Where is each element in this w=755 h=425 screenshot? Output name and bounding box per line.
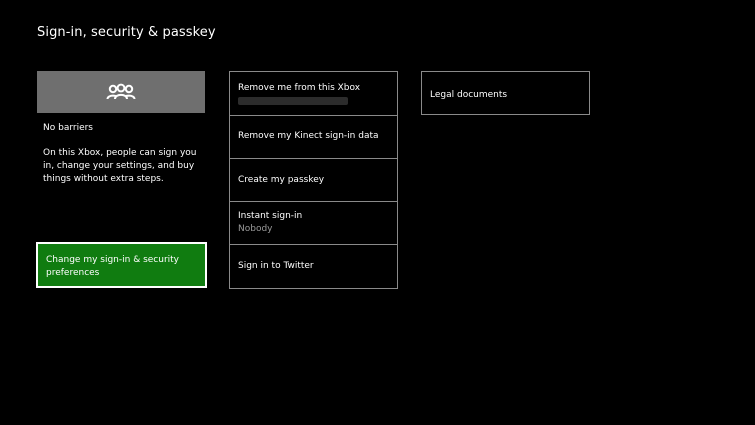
sign-in-twitter-label: Sign in to Twitter xyxy=(238,261,314,271)
instant-sign-in-label: Instant sign-in xyxy=(238,211,303,221)
page-title: Sign-in, security & passkey xyxy=(37,25,216,40)
redacted-account-text xyxy=(238,97,348,105)
people-tile[interactable] xyxy=(37,71,205,113)
barrier-level-label: No barriers xyxy=(43,123,93,133)
remove-from-xbox-button[interactable]: Remove me from this Xbox xyxy=(229,71,398,116)
remove-from-xbox-label: Remove me from this Xbox xyxy=(238,83,361,93)
create-passkey-button[interactable]: Create my passkey xyxy=(229,158,398,202)
remove-kinect-data-label: Remove my Kinect sign-in data xyxy=(238,131,379,141)
people-group-icon xyxy=(106,83,136,101)
create-passkey-label: Create my passkey xyxy=(238,175,325,185)
legal-documents-label: Legal documents xyxy=(430,90,508,100)
change-preferences-label: Change my sign-in & security preferences xyxy=(46,255,180,278)
remove-kinect-data-button[interactable]: Remove my Kinect sign-in data xyxy=(229,115,398,159)
change-preferences-button[interactable]: Change my sign-in & security preferences xyxy=(36,242,207,288)
barrier-description: On this Xbox, people can sign you in, ch… xyxy=(43,148,197,184)
instant-sign-in-button[interactable]: Instant sign-in Nobody xyxy=(229,201,398,245)
legal-documents-button[interactable]: Legal documents xyxy=(421,71,590,115)
account-options-list: Remove me from this Xbox Remove my Kinec… xyxy=(229,71,398,289)
instant-sign-in-value: Nobody xyxy=(238,224,273,234)
sign-in-twitter-button[interactable]: Sign in to Twitter xyxy=(229,244,398,289)
